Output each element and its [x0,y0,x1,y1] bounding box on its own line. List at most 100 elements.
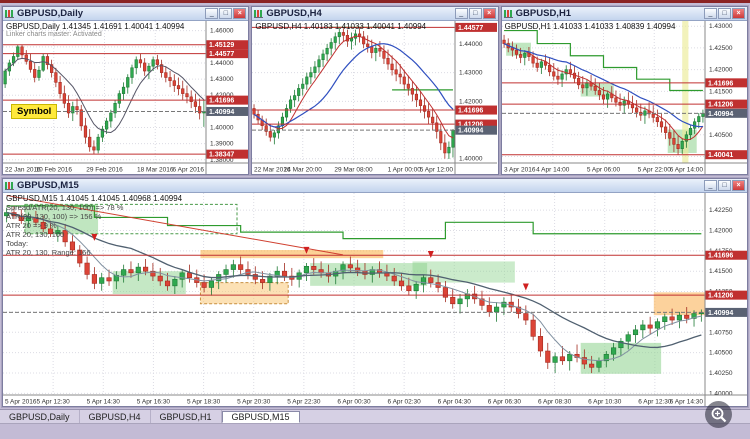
svg-text:5 Apr 18:30: 5 Apr 18:30 [187,399,221,406]
svg-text:1.40500: 1.40500 [709,132,733,139]
svg-text:5 Apr 12:00: 5 Apr 12:00 [420,167,454,174]
close-button[interactable]: × [482,8,496,19]
svg-text:29 Feb 2016: 29 Feb 2016 [86,167,123,174]
m15-chart-canvas[interactable]: 1.400001.402501.405001.407501.410001.412… [3,193,747,406]
svg-text:1.43000: 1.43000 [709,23,733,30]
svg-text:6 Apr 06:30: 6 Apr 06:30 [488,399,522,406]
svg-text:1.44577: 1.44577 [458,25,483,32]
svg-text:1.41500: 1.41500 [709,268,733,275]
chart-area-h4: 1.400001.410001.420001.430001.440001.445… [252,21,498,174]
svg-text:6 Apr 08:30: 6 Apr 08:30 [538,399,572,406]
svg-text:1.42000: 1.42000 [709,227,733,234]
window-titlebar[interactable]: GBPUSD,H4 _ □ × [252,7,498,21]
svg-text:6 Apr 14:30: 6 Apr 14:30 [670,399,704,406]
svg-text:1 Apr 00:00: 1 Apr 00:00 [388,167,422,174]
svg-text:1.40500: 1.40500 [709,350,733,357]
close-button[interactable]: × [732,180,745,191]
chart-icon [254,9,264,18]
svg-text:6 Apr 10:30: 6 Apr 10:30 [588,399,622,406]
chart-window-h1: GBPUSD,H1 _ □ × 1.400001.405001.410001.4… [500,6,748,175]
h4-chart-canvas[interactable]: 1.400001.410001.420001.430001.440001.445… [252,21,498,174]
chart-area-h1: 1.400001.405001.410001.415001.420001.425… [501,21,747,174]
svg-text:1.40041: 1.40041 [708,152,733,159]
chart-area-daily: 1.380001.390001.400001.410001.420001.430… [3,21,249,174]
svg-text:1.43000: 1.43000 [210,76,234,83]
svg-text:1.40994: 1.40994 [708,310,733,317]
chart-icon [503,9,513,18]
svg-text:1.46000: 1.46000 [210,28,234,35]
svg-text:6 Apr 02:30: 6 Apr 02:30 [388,399,422,406]
svg-text:5 Apr 20:30: 5 Apr 20:30 [237,399,271,406]
close-button[interactable]: × [233,8,247,19]
window-title: GBPUSD,Daily [17,8,83,19]
svg-text:1.40000: 1.40000 [210,125,234,132]
svg-text:6 Apr 2016: 6 Apr 2016 [173,167,205,174]
svg-text:1.41696: 1.41696 [209,98,234,105]
svg-text:1.40994: 1.40994 [708,111,733,118]
minimize-button[interactable]: _ [205,8,219,19]
svg-text:5 Apr 12:30: 5 Apr 12:30 [37,399,71,406]
svg-text:5 Apr 16:30: 5 Apr 16:30 [137,399,171,406]
svg-text:24 Mar 20:00: 24 Mar 20:00 [284,167,323,174]
svg-text:1.40750: 1.40750 [709,329,733,336]
svg-text:6 Apr 00:30: 6 Apr 00:30 [337,399,371,406]
symbol-badge[interactable]: Symbol [11,103,58,119]
chart-window-h4: GBPUSD,H4 _ □ × 1.400001.410001.420001.4… [251,6,499,175]
minimize-button[interactable]: _ [704,180,717,191]
window-title: GBPUSD,H1 [515,8,572,19]
top-chart-row: GBPUSD,Daily _ □ × 1.38000 1.39000 1.40000… [2,6,748,175]
window-titlebar[interactable]: GBPUSD,H1 _ □ × [501,7,747,21]
svg-text:5 Apr 14:30: 5 Apr 14:30 [87,399,121,406]
svg-text:1.43000: 1.43000 [459,70,483,77]
svg-text:1.38347: 1.38347 [209,152,234,159]
chart-icon [5,9,14,18]
svg-text:1.41696: 1.41696 [708,253,733,260]
svg-text:1.42250: 1.42250 [709,207,733,214]
svg-text:5 Apr 22:00: 5 Apr 22:00 [637,167,671,174]
minimize-button[interactable]: _ [703,8,717,19]
chart-window-m15: GBPUSD,M15 _ □ × 1.40000 1.40250 1.40500 1.… [2,178,748,407]
tab-gbpusd-daily[interactable]: GBPUSD,Daily [0,410,80,423]
restore-button[interactable]: □ [468,8,482,19]
svg-text:1.44000: 1.44000 [459,41,483,48]
svg-text:6 Apr 04:30: 6 Apr 04:30 [438,399,472,406]
svg-text:4 Apr 14:00: 4 Apr 14:00 [536,167,570,174]
minimize-button[interactable]: _ [454,8,468,19]
zoom-magnifier-icon[interactable] [705,401,732,428]
svg-text:18 Mar 2016: 18 Mar 2016 [137,167,174,174]
svg-text:1.41696: 1.41696 [458,108,483,115]
svg-text:10 Feb 2016: 10 Feb 2016 [35,167,72,174]
restore-button[interactable]: □ [219,8,233,19]
chart-icon [5,181,14,190]
tab-gbpusd-m15[interactable]: GBPUSD,M15 [221,411,300,423]
svg-text:1.44000: 1.44000 [210,60,234,67]
restore-button[interactable]: □ [717,8,731,19]
status-strip [0,425,750,439]
svg-text:1.42500: 1.42500 [709,45,733,52]
window-titlebar[interactable]: GBPUSD,M15 _ □ × [3,179,747,193]
svg-text:6 Apr 14:00: 6 Apr 14:00 [669,167,703,174]
svg-text:1.39000: 1.39000 [210,141,234,148]
svg-text:1.41206: 1.41206 [708,102,733,109]
chart-area-m15: 1.400001.402501.405001.407501.410001.412… [3,193,747,406]
window-title: GBPUSD,H4 [266,8,322,19]
daily-chart-canvas[interactable]: 1.380001.390001.400001.410001.420001.430… [3,21,248,174]
tab-gbpusd-h4[interactable]: GBPUSD,H4 [80,410,151,423]
svg-text:1.41206: 1.41206 [708,293,733,300]
svg-text:5 Apr 06:00: 5 Apr 06:00 [587,167,621,174]
svg-text:6 Apr 12:30: 6 Apr 12:30 [638,399,672,406]
svg-text:1.45129: 1.45129 [209,42,234,49]
svg-text:1.40994: 1.40994 [458,128,483,135]
chart-window-daily: GBPUSD,Daily _ □ × 1.38000 1.39000 1.40000… [2,6,250,175]
tab-gbpusd-h1[interactable]: GBPUSD,H1 [151,410,222,423]
svg-text:3 Apr 2016: 3 Apr 2016 [504,167,536,174]
restore-button[interactable]: □ [718,180,731,191]
svg-text:1.42000: 1.42000 [459,98,483,105]
h1-chart-canvas[interactable]: 1.400001.405001.410001.415001.420001.425… [501,21,747,174]
close-button[interactable]: × [731,8,745,19]
window-titlebar[interactable]: GBPUSD,Daily _ □ × [3,7,249,21]
window-title: GBPUSD,M15 [17,180,79,191]
chart-tab-bar: GBPUSD,Daily GBPUSD,H4 GBPUSD,H1 GBPUSD,… [0,409,750,424]
svg-text:1.40000: 1.40000 [459,156,483,163]
svg-text:1.40250: 1.40250 [709,370,733,377]
